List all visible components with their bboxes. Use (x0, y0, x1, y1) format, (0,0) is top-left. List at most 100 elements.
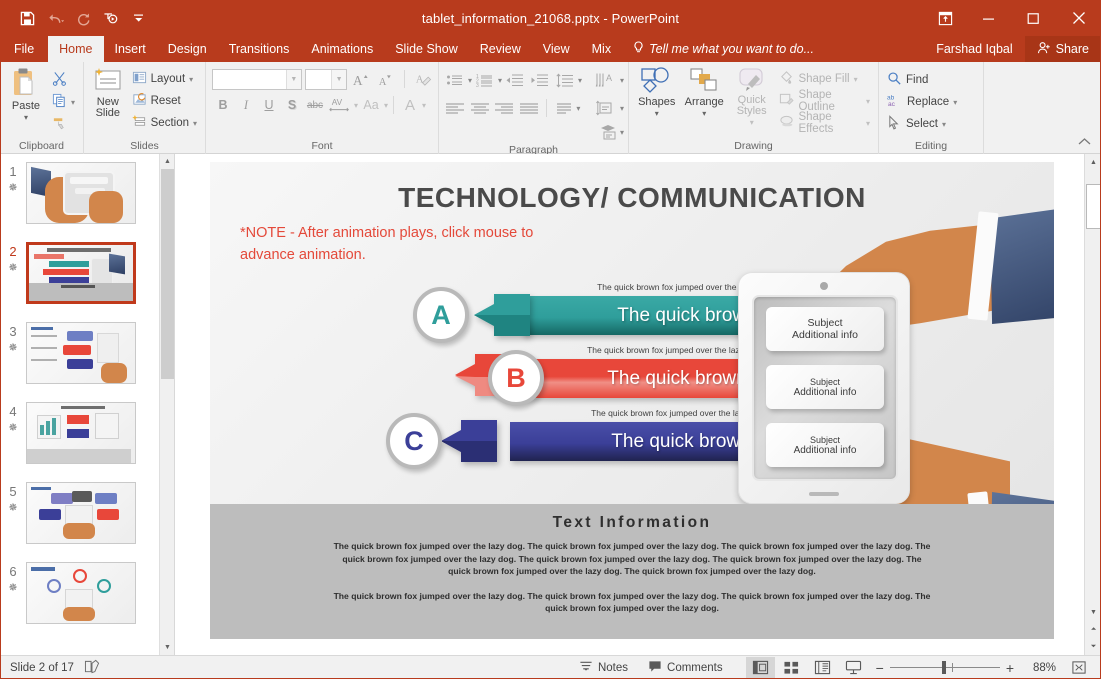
tablet-card[interactable]: Subject Additional info (766, 423, 884, 467)
save-icon[interactable] (14, 5, 40, 31)
slide-canvas-pane[interactable]: TECHNOLOGY/ COMMUNICATION *NOTE - After … (175, 154, 1101, 655)
italic-button[interactable]: I (235, 94, 257, 116)
chevron-down-icon[interactable]: ▾ (655, 109, 659, 118)
chevron-down-icon[interactable]: ▾ (193, 119, 197, 128)
tablet-graphic[interactable]: Subject Additional info Subject Addition… (738, 272, 910, 504)
minimize-icon[interactable] (966, 0, 1011, 36)
decrease-font-size-button[interactable]: A (375, 68, 397, 90)
align-left-button[interactable] (443, 97, 467, 119)
collapse-ribbon-button[interactable] (1078, 137, 1091, 149)
text-shadow-button[interactable]: S (281, 94, 303, 116)
undo-icon[interactable] (42, 5, 68, 31)
chevron-down-icon[interactable]: ▼ (331, 70, 346, 89)
justify-button[interactable] (517, 97, 541, 119)
chevron-down-icon[interactable]: ▾ (498, 76, 502, 85)
tab-review[interactable]: Review (469, 36, 532, 62)
align-text-button[interactable] (593, 97, 619, 119)
tab-mix[interactable]: Mix (581, 36, 622, 62)
slide-vertical-scrollbar[interactable]: ▲ ▼ ⏶ ⏷ (1084, 154, 1101, 655)
restore-icon[interactable] (1011, 0, 1056, 36)
thumbnail-image[interactable] (26, 242, 136, 304)
bold-button[interactable]: B (212, 94, 234, 116)
zoom-out-button[interactable]: − (876, 660, 884, 676)
copy-button[interactable]: ▾ (48, 91, 79, 113)
text-direction-button[interactable]: A (593, 69, 619, 91)
badge-letter-c[interactable]: C (386, 413, 442, 469)
convert-to-smartart-button[interactable] (593, 121, 619, 143)
redo-icon[interactable] (70, 5, 96, 31)
badge-letter-b[interactable]: B (488, 350, 544, 406)
tab-slide-show[interactable]: Slide Show (384, 36, 469, 62)
chevron-down-icon[interactable]: ▾ (576, 104, 580, 113)
zoom-in-button[interactable]: + (1006, 660, 1014, 676)
decrease-indent-button[interactable] (503, 69, 527, 91)
line-spacing-button[interactable] (553, 69, 577, 91)
next-slide-icon[interactable]: ⏷ (1085, 638, 1101, 655)
scrollbar-thumb[interactable] (161, 169, 174, 379)
scrollbar-thumb[interactable] (1086, 184, 1101, 229)
chevron-down-icon[interactable]: ▾ (189, 75, 193, 84)
format-painter-button[interactable] (48, 113, 79, 135)
normal-view-button[interactable] (746, 657, 775, 679)
scroll-up-icon[interactable]: ▲ (160, 154, 175, 169)
tablet-card[interactable]: Subject Additional info (766, 307, 884, 351)
shapes-button[interactable]: Shapes ▾ (633, 65, 680, 118)
notes-page-icon[interactable] (84, 659, 100, 677)
comments-button[interactable]: Comments (639, 656, 732, 679)
cut-button[interactable] (48, 69, 79, 91)
shape-outline-button[interactable]: Shape Outline ▾ (775, 90, 874, 112)
slide-show-button[interactable] (839, 657, 868, 679)
font-name-combo[interactable]: ▼ (212, 69, 302, 90)
tab-insert[interactable]: Insert (104, 36, 157, 62)
layout-button[interactable]: Layout ▾ (128, 68, 201, 90)
text-information-block[interactable]: Text Information The quick brown fox jum… (210, 504, 1054, 639)
list-item[interactable]: 3 ✵ (0, 322, 158, 388)
tell-me-search[interactable]: Tell me what you want to do... (622, 36, 825, 62)
slide-sorter-view-button[interactable] (777, 657, 806, 679)
tablet-card[interactable]: Subject Additional info (766, 365, 884, 409)
start-presentation-icon[interactable] (98, 5, 124, 31)
page-title[interactable]: TECHNOLOGY/ COMMUNICATION (210, 182, 1054, 214)
bullets-button[interactable] (443, 69, 467, 91)
thumbnail-scrollbar[interactable]: ▲ ▼ (159, 154, 174, 655)
fit-to-window-button[interactable] (1064, 657, 1093, 679)
reset-button[interactable]: Reset (128, 90, 201, 112)
replace-button[interactable]: abac Replace ▾ (883, 91, 961, 113)
chevron-down-icon[interactable]: ▾ (578, 76, 582, 85)
zoom-slider[interactable]: − + (870, 660, 1020, 676)
chevron-down-icon[interactable]: ▾ (384, 101, 388, 110)
clear-formatting-button[interactable]: A (412, 68, 434, 90)
chevron-down-icon[interactable]: ▾ (422, 101, 426, 110)
chevron-down-icon[interactable]: ▾ (942, 120, 946, 129)
chevron-down-icon[interactable]: ▾ (854, 75, 858, 84)
chevron-down-icon[interactable]: ▾ (866, 97, 870, 106)
tab-design[interactable]: Design (157, 36, 218, 62)
reading-view-button[interactable] (808, 657, 837, 679)
character-spacing-button[interactable]: AV (327, 94, 353, 116)
chevron-down-icon[interactable]: ▾ (953, 98, 957, 107)
shape-fill-button[interactable]: Shape Fill ▾ (775, 68, 874, 90)
chevron-down-icon[interactable]: ▾ (620, 76, 624, 85)
increase-font-size-button[interactable]: A (350, 68, 372, 90)
customize-quick-access-icon[interactable] (126, 5, 152, 31)
underline-button[interactable]: U (258, 94, 280, 116)
zoom-level[interactable]: 88% (1022, 662, 1056, 674)
list-item[interactable]: 5 ✵ (0, 482, 158, 548)
list-item[interactable]: 4 ✵ (0, 402, 158, 468)
user-name[interactable]: Farshad Iqbal (924, 36, 1024, 62)
font-size-combo[interactable]: ▼ (305, 69, 347, 90)
change-case-button[interactable]: Aa (359, 94, 383, 116)
thumbnail-image[interactable] (26, 162, 136, 224)
quick-styles-button[interactable]: Quick Styles ▾ (728, 65, 775, 127)
chevron-down-icon[interactable]: ▾ (354, 101, 358, 110)
chevron-down-icon[interactable]: ▼ (286, 70, 301, 89)
thumbnail-image[interactable] (26, 562, 136, 624)
arrange-button[interactable]: Arrange ▾ (680, 65, 727, 118)
notes-button[interactable]: Notes (570, 656, 637, 679)
increase-indent-button[interactable] (528, 69, 552, 91)
numbering-button[interactable]: 123 (473, 69, 497, 91)
tab-view[interactable]: View (532, 36, 581, 62)
thumbnail-image[interactable] (26, 322, 136, 384)
chevron-down-icon[interactable]: ▾ (468, 76, 472, 85)
zoom-track[interactable] (890, 667, 1000, 668)
